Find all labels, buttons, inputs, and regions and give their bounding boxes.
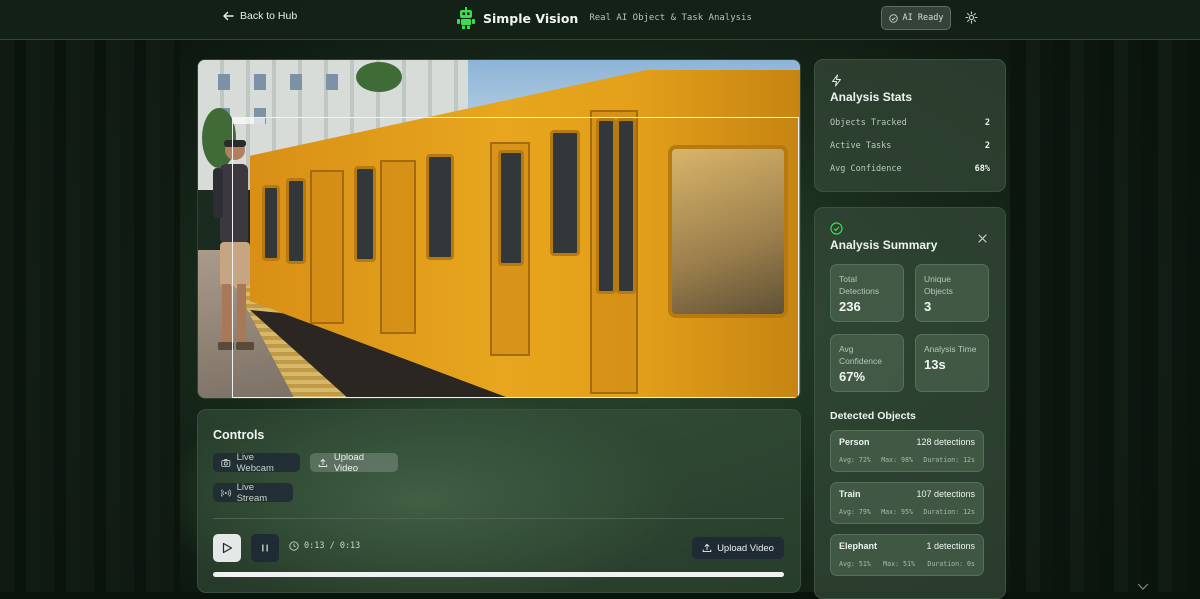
detected-object-item[interactable]: Person 128 detections Avg: 72% Max: 98% …: [830, 430, 984, 472]
summary-tile-label: Analysis Time: [924, 344, 977, 354]
broadcast-icon: [221, 488, 231, 497]
stat-value: 2: [984, 118, 990, 128]
background-curtain-right: [1010, 40, 1200, 592]
stat-value: 2: [984, 141, 990, 151]
detected-object-max: Max: 98%: [881, 456, 913, 464]
gear-icon[interactable]: [965, 11, 978, 24]
summary-tile-value: 67%: [839, 369, 866, 384]
detected-object-duration: Duration: 0s: [927, 560, 975, 568]
chevron-down-icon[interactable]: [1136, 582, 1150, 592]
upload-video-button[interactable]: Upload Video: [310, 451, 398, 474]
detected-object-max: Max: 51%: [883, 560, 915, 568]
detected-object-item[interactable]: Train 107 detections Avg: 79% Max: 95% D…: [830, 482, 984, 524]
video-progress-bar[interactable]: [213, 572, 784, 577]
check-circle-icon: [830, 222, 843, 235]
ai-ready-label: AI Ready: [902, 13, 944, 23]
detected-object-avg: Avg: 51%: [839, 560, 871, 568]
summary-tile-value: 13s: [924, 357, 946, 372]
live-stream-label: Live Stream: [236, 481, 268, 504]
summary-tile-value: 236: [839, 299, 861, 314]
controls-divider: [213, 518, 784, 519]
live-webcam-label: Live Webcam: [236, 451, 274, 474]
background-curtain-left: [0, 40, 180, 592]
camera-icon: [221, 458, 231, 467]
analysis-summary-title: Analysis Summary: [830, 238, 938, 252]
arrow-left-icon: [223, 11, 234, 21]
detected-object-count: 107 detections: [916, 489, 975, 499]
detected-object-avg: Avg: 79%: [839, 508, 871, 516]
top-bar: Back to Hub Simple Vision Real AI Object…: [0, 0, 1200, 40]
time-readout: 0:13 / 0:13: [289, 541, 360, 551]
stat-label: Active Tasks: [830, 141, 892, 151]
summary-tile-value: 3: [924, 299, 932, 314]
video-progress-fill: [213, 572, 784, 577]
stat-label: Objects Tracked: [830, 118, 907, 128]
detected-object-avg: Avg: 72%: [839, 456, 871, 464]
summary-tile-label: Unique Objects: [924, 274, 953, 296]
detected-objects-title: Detected Objects: [830, 410, 916, 422]
brand-tagline: Real AI Object & Task Analysis: [589, 13, 752, 23]
detected-object-count: 128 detections: [916, 437, 975, 447]
video-viewport[interactable]: [197, 59, 801, 399]
summary-tile-label: Total Detections: [839, 274, 880, 296]
detected-object-name: Elephant: [839, 541, 878, 551]
robot-icon: [457, 7, 475, 29]
detected-object-name: Person: [839, 437, 870, 447]
detection-box-train: [232, 117, 799, 398]
clock-icon: [289, 541, 299, 551]
controls-panel: Controls Live Webcam Upload Video Live S…: [197, 409, 801, 593]
close-icon[interactable]: [977, 233, 988, 244]
summary-tile-label: Avg Confidence: [839, 344, 883, 366]
brand-name: Simple Vision: [483, 10, 579, 26]
summary-tile: Analysis Time 13s: [915, 334, 989, 392]
detected-object-name: Train: [839, 489, 861, 499]
analysis-summary-card: Analysis Summary Total Detections 236 Un…: [814, 207, 1006, 599]
upload-video-label: Upload Video: [333, 451, 364, 474]
detected-object-duration: Duration: 12s: [923, 456, 975, 464]
brand: Simple Vision Real AI Object & Task Anal…: [456, 7, 752, 29]
play-button[interactable]: [213, 534, 241, 562]
stat-value: 68%: [974, 164, 990, 174]
time-readout-label: 0:13 / 0:13: [304, 541, 361, 551]
upload-video-button-secondary[interactable]: Upload Video: [692, 537, 784, 559]
analysis-stats-title: Analysis Stats: [830, 90, 913, 104]
back-to-hub-label: Back to Hub: [240, 10, 298, 22]
stat-label: Avg Confidence: [830, 164, 902, 174]
upload-icon: [318, 458, 328, 467]
detection-box-label: [233, 118, 265, 124]
ai-ready-badge[interactable]: AI Ready: [881, 6, 951, 30]
summary-tile: Unique Objects 3: [915, 264, 989, 322]
stat-row: Avg Confidence 68%: [830, 164, 990, 174]
detected-object-max: Max: 95%: [881, 508, 913, 516]
check-circle-icon: [888, 13, 898, 23]
analysis-stats-card: Analysis Stats Objects Tracked 2 Active …: [814, 59, 1006, 192]
summary-tile: Avg Confidence 67%: [830, 334, 904, 392]
stat-row: Objects Tracked 2: [830, 118, 990, 128]
lightning-icon: [832, 74, 841, 87]
detected-object-count: 1 detections: [926, 541, 975, 551]
video-tree: [356, 62, 402, 92]
pause-icon: [262, 544, 268, 552]
detected-object-item[interactable]: Elephant 1 detections Avg: 51% Max: 51% …: [830, 534, 984, 576]
live-webcam-button[interactable]: Live Webcam: [213, 451, 300, 474]
upload-video-secondary-label: Upload Video: [717, 542, 774, 554]
back-to-hub-button[interactable]: Back to Hub: [222, 10, 297, 22]
summary-tile: Total Detections 236: [830, 264, 904, 322]
play-icon: [222, 542, 233, 554]
detected-object-duration: Duration: 12s: [923, 508, 975, 516]
upload-icon: [702, 543, 712, 553]
pause-button[interactable]: [251, 534, 279, 562]
stat-row: Active Tasks 2: [830, 141, 990, 151]
controls-title: Controls: [213, 428, 265, 442]
live-stream-button[interactable]: Live Stream: [213, 481, 293, 504]
